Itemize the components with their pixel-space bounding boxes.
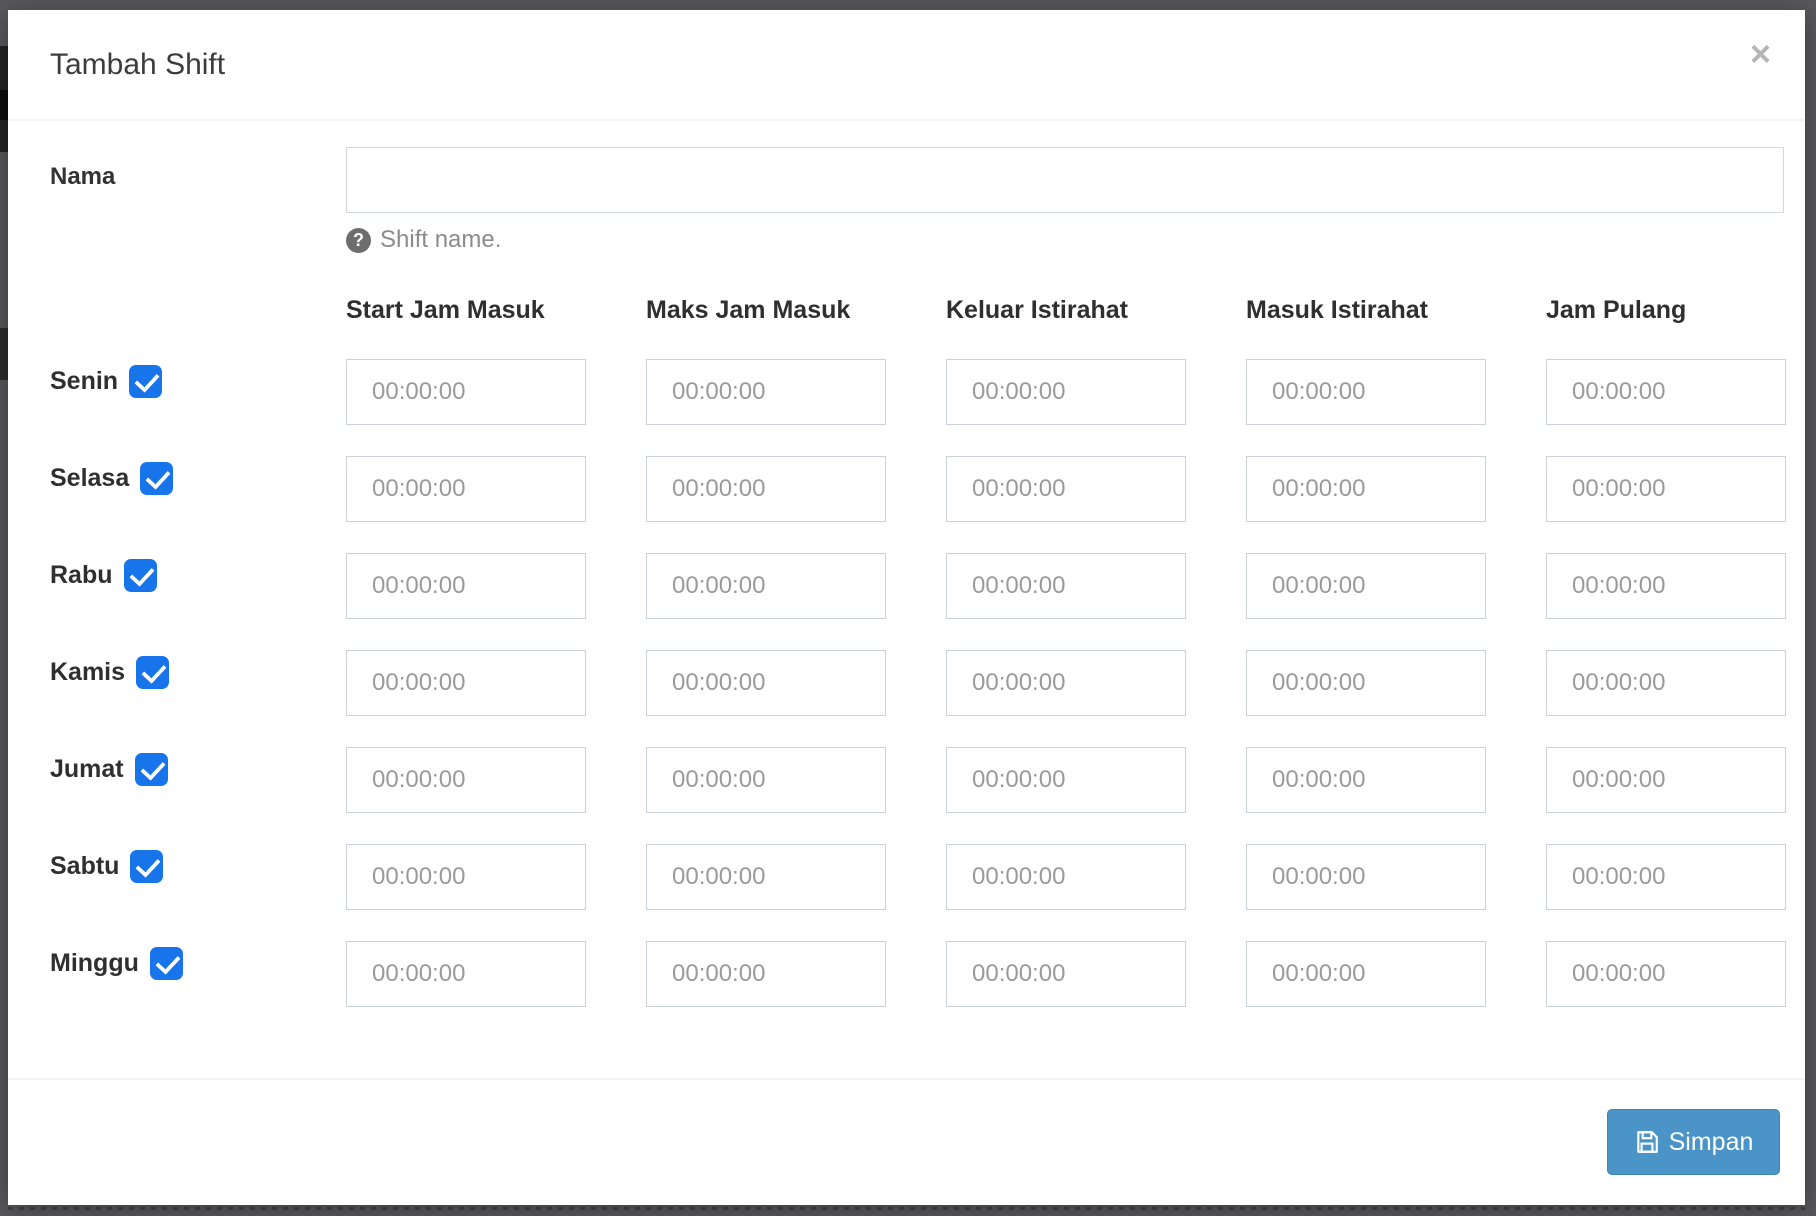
- time-input-senin-maks-jam-masuk[interactable]: [646, 359, 886, 425]
- day-row-minggu: Minggu: [50, 930, 286, 996]
- time-input-kamis-keluar-istirahat[interactable]: [946, 650, 1186, 716]
- time-input-senin-start-jam-masuk[interactable]: [346, 359, 586, 425]
- time-input-kamis-jam-pulang[interactable]: [1546, 650, 1786, 716]
- time-input-sabtu-keluar-istirahat[interactable]: [946, 844, 1186, 910]
- time-input-selasa-keluar-istirahat[interactable]: [946, 456, 1186, 522]
- time-input-selasa-jam-pulang[interactable]: [1546, 456, 1786, 522]
- day-checkbox-minggu[interactable]: [150, 947, 183, 980]
- day-checkbox-sabtu[interactable]: [130, 850, 163, 883]
- nama-help: ? Shift name.: [346, 226, 1784, 254]
- column-header-start-jam-masuk: Start Jam Masuk: [346, 296, 586, 325]
- day-label-jumat: Jumat: [50, 755, 124, 784]
- page-behind-fragment: [8, 1207, 1805, 1210]
- day-label-selasa: Selasa: [50, 464, 129, 493]
- time-input-jumat-maks-jam-masuk[interactable]: [646, 747, 886, 813]
- time-input-minggu-keluar-istirahat[interactable]: [946, 941, 1186, 1007]
- time-input-minggu-masuk-istirahat[interactable]: [1246, 941, 1486, 1007]
- floppy-disk-icon: [1634, 1129, 1660, 1155]
- day-row-sabtu: Sabtu: [50, 833, 286, 899]
- schedule-grid: Senin Selasa Rabu Kamis Jumat Sabtu Minggu: [50, 359, 1784, 1007]
- day-label-minggu: Minggu: [50, 949, 139, 978]
- time-input-selasa-start-jam-masuk[interactable]: [346, 456, 586, 522]
- time-input-jumat-keluar-istirahat[interactable]: [946, 747, 1186, 813]
- column-header-masuk-istirahat: Masuk Istirahat: [1246, 296, 1486, 325]
- column-header-keluar-istirahat: Keluar Istirahat: [946, 296, 1186, 325]
- time-input-sabtu-start-jam-masuk[interactable]: [346, 844, 586, 910]
- time-input-rabu-jam-pulang[interactable]: [1546, 553, 1786, 619]
- day-checkbox-selasa[interactable]: [140, 462, 173, 495]
- day-label-rabu: Rabu: [50, 561, 113, 590]
- day-checkbox-senin[interactable]: [129, 365, 162, 398]
- time-input-minggu-jam-pulang[interactable]: [1546, 941, 1786, 1007]
- time-input-rabu-maks-jam-masuk[interactable]: [646, 553, 886, 619]
- day-row-kamis: Kamis: [50, 639, 286, 705]
- question-circle-icon: ?: [346, 228, 371, 253]
- day-checkbox-rabu[interactable]: [124, 559, 157, 592]
- time-input-minggu-maks-jam-masuk[interactable]: [646, 941, 886, 1007]
- name-field-row: Nama ? Shift name.: [50, 147, 1784, 254]
- modal-title: Tambah Shift: [50, 48, 225, 82]
- time-input-sabtu-masuk-istirahat[interactable]: [1246, 844, 1486, 910]
- time-input-kamis-start-jam-masuk[interactable]: [346, 650, 586, 716]
- nama-label: Nama: [50, 147, 286, 254]
- close-icon[interactable]: ×: [1750, 36, 1771, 72]
- day-row-selasa: Selasa: [50, 445, 286, 511]
- time-input-sabtu-maks-jam-masuk[interactable]: [646, 844, 886, 910]
- time-input-rabu-start-jam-masuk[interactable]: [346, 553, 586, 619]
- time-input-kamis-maks-jam-masuk[interactable]: [646, 650, 886, 716]
- time-input-sabtu-jam-pulang[interactable]: [1546, 844, 1786, 910]
- day-row-senin: Senin: [50, 348, 286, 414]
- time-input-rabu-keluar-istirahat[interactable]: [946, 553, 1186, 619]
- day-row-jumat: Jumat: [50, 736, 286, 802]
- modal-header: Tambah Shift ×: [8, 10, 1805, 121]
- day-label-sabtu: Sabtu: [50, 852, 119, 881]
- column-header-maks-jam-masuk: Maks Jam Masuk: [646, 296, 886, 325]
- time-input-jumat-jam-pulang[interactable]: [1546, 747, 1786, 813]
- modal-footer: Simpan: [8, 1078, 1805, 1205]
- day-label-kamis: Kamis: [50, 658, 125, 687]
- time-input-selasa-masuk-istirahat[interactable]: [1246, 456, 1486, 522]
- save-button[interactable]: Simpan: [1607, 1109, 1780, 1175]
- time-input-kamis-masuk-istirahat[interactable]: [1246, 650, 1486, 716]
- time-input-selasa-maks-jam-masuk[interactable]: [646, 456, 886, 522]
- day-label-senin: Senin: [50, 367, 118, 396]
- time-input-jumat-masuk-istirahat[interactable]: [1246, 747, 1486, 813]
- day-checkbox-jumat[interactable]: [135, 753, 168, 786]
- time-input-senin-masuk-istirahat[interactable]: [1246, 359, 1486, 425]
- time-input-senin-jam-pulang[interactable]: [1546, 359, 1786, 425]
- schedule-header-row: Start Jam Masuk Maks Jam Masuk Keluar Isti…: [50, 294, 1784, 326]
- time-input-senin-keluar-istirahat[interactable]: [946, 359, 1186, 425]
- time-input-rabu-masuk-istirahat[interactable]: [1246, 553, 1486, 619]
- time-input-minggu-start-jam-masuk[interactable]: [346, 941, 586, 1007]
- nama-input[interactable]: [346, 147, 1784, 213]
- time-input-jumat-start-jam-masuk[interactable]: [346, 747, 586, 813]
- nama-help-text: Shift name.: [380, 226, 501, 254]
- column-header-jam-pulang: Jam Pulang: [1546, 296, 1786, 325]
- day-row-rabu: Rabu: [50, 542, 286, 608]
- tambah-shift-modal: Tambah Shift × Nama ? Shift name. Start …: [8, 10, 1805, 1205]
- day-checkbox-kamis[interactable]: [136, 656, 169, 689]
- save-button-label: Simpan: [1669, 1128, 1754, 1157]
- modal-body: Nama ? Shift name. Start Jam Masuk Maks J…: [8, 121, 1805, 1078]
